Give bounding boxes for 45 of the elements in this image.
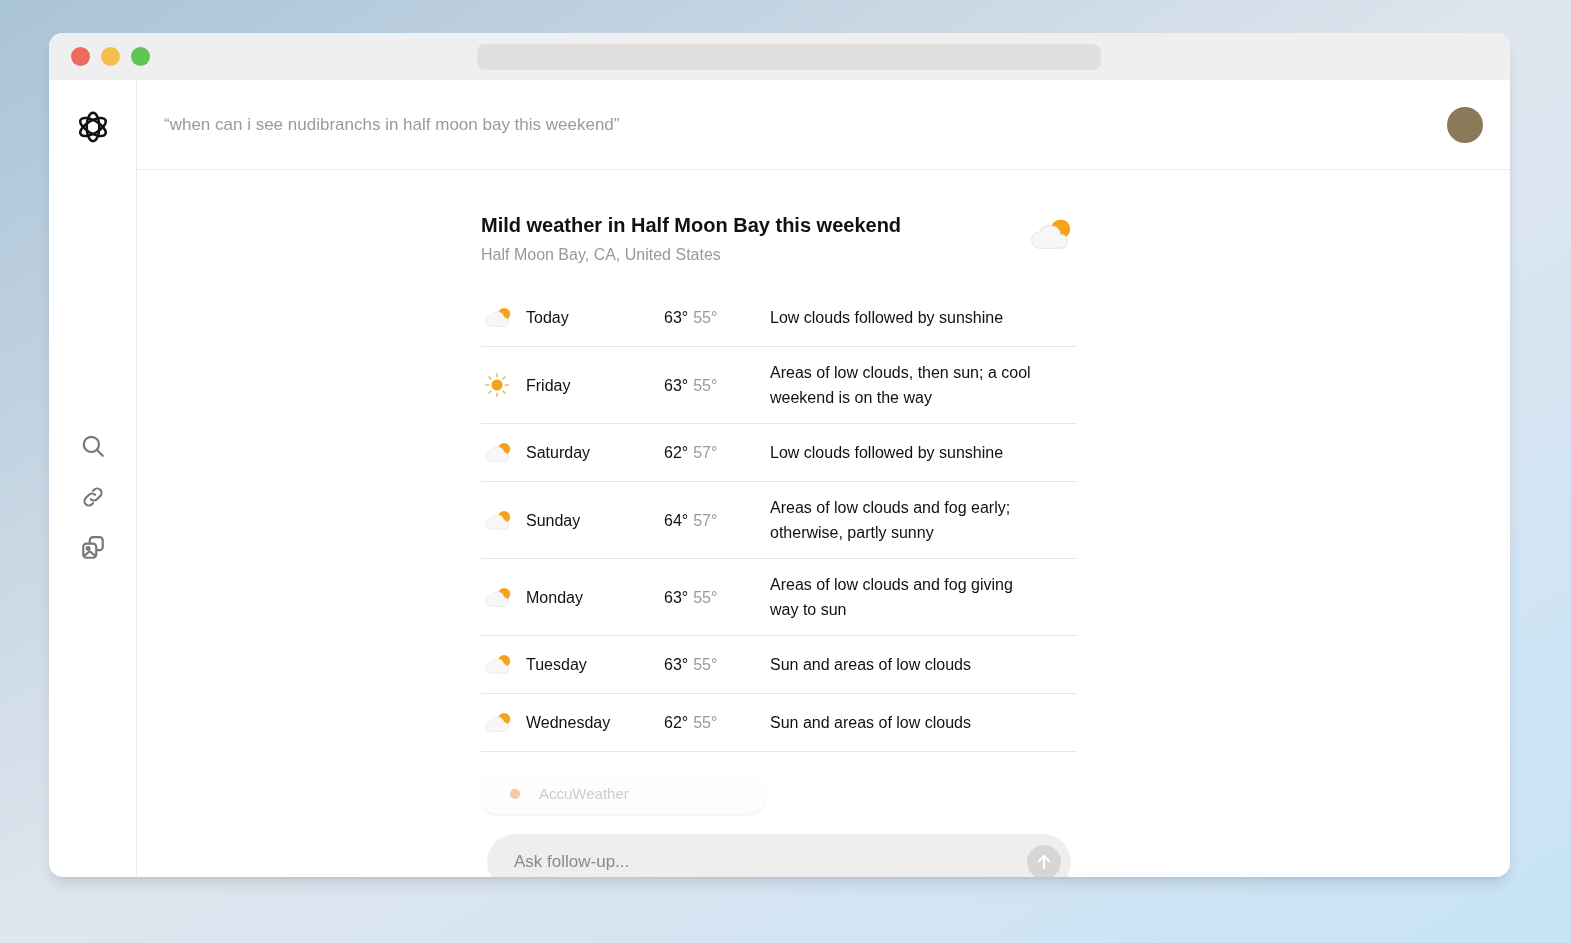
high-temperature: 62° [664,713,689,733]
weather-title: Mild weather in Half Moon Bay this weekend [481,213,902,238]
partly-cloudy-icon [484,307,512,328]
follow-up-input[interactable]: Ask follow-up... [514,849,1027,875]
day-name: Sunday [526,510,582,531]
low-temperature: 55° [693,655,718,675]
search-query: “when can i see nudibranchs in half moon bay this weekend” [164,113,620,136]
partly-cloudy-icon [484,654,512,675]
arrow-up-icon [1035,853,1053,871]
high-temperature: 63° [664,375,689,396]
forecast-summary: Low clouds followed by sunshine [770,308,1005,328]
low-temperature: 57° [693,510,718,531]
forecast-summary: Areas of low clouds and fog giving way to sun [770,575,1014,620]
day-name: Tuesday [526,655,588,675]
low-temperature: 55° [693,308,718,328]
partly-cloudy-icon [484,712,512,733]
low-temperature: 57° [693,443,718,463]
high-temperature: 63° [664,308,689,328]
avatar[interactable] [1447,106,1483,143]
weather-location: Half Moon Bay, CA, United States [481,245,722,265]
partly-cloudy-icon [1029,218,1073,251]
forecast-summary: Low clouds followed by sunshine [770,443,1005,463]
partly-cloudy-icon [484,442,512,463]
forecast-summary: Areas of low clouds and fog early; otherwise, partly sunny [770,498,1012,543]
sun-icon [484,372,510,398]
high-temperature: 64° [664,510,689,531]
low-temperature: 55° [693,375,718,396]
high-temperature: 63° [664,655,689,675]
images-icon[interactable] [79,535,106,561]
forecast-summary: Sun and areas of low clouds [770,655,972,675]
high-temperature: 63° [664,587,689,608]
forecast-summary: Sun and areas of low clouds [770,713,972,733]
low-temperature: 55° [693,713,718,733]
partly-cloudy-icon [484,586,512,608]
day-name: Wednesday [526,713,612,733]
close-button[interactable] [71,47,90,66]
day-name: Saturday [526,443,592,463]
day-name: Today [526,308,570,328]
partly-cloudy-icon [484,509,512,531]
follow-up-field[interactable]: Ask follow-up... [487,834,1071,877]
low-temperature: 55° [693,587,718,608]
forecast-summary: Areas of low clouds, then sun; a cool weekend is on the way [770,363,1032,408]
day-name: Monday [526,587,584,608]
day-name: Friday [526,375,572,396]
high-temperature: 62° [664,443,689,463]
